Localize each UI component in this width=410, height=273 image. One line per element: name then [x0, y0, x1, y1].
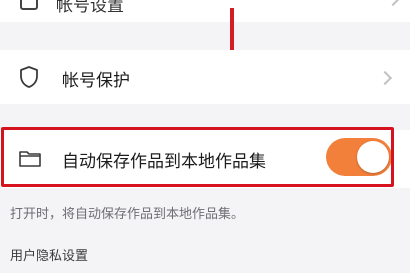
account-protection-label: 帐号保护 — [62, 71, 130, 91]
top-row-label: 帐号设置 — [56, 0, 124, 16]
auto-save-hint: 打开时，将自动保存作品到本地作品集。 — [10, 207, 245, 222]
account-protection-row[interactable]: 帐号保护 — [0, 50, 410, 104]
shield-icon — [20, 66, 38, 88]
annotation-highlight-box — [1, 127, 394, 187]
settings-row-top[interactable]: 帐号设置 — [0, 0, 410, 22]
chevron-right-icon — [385, 0, 401, 7]
settings-icon — [20, 0, 38, 10]
chevron-right-icon — [377, 70, 393, 86]
privacy-section-title: 用户隐私设置 — [10, 249, 89, 264]
